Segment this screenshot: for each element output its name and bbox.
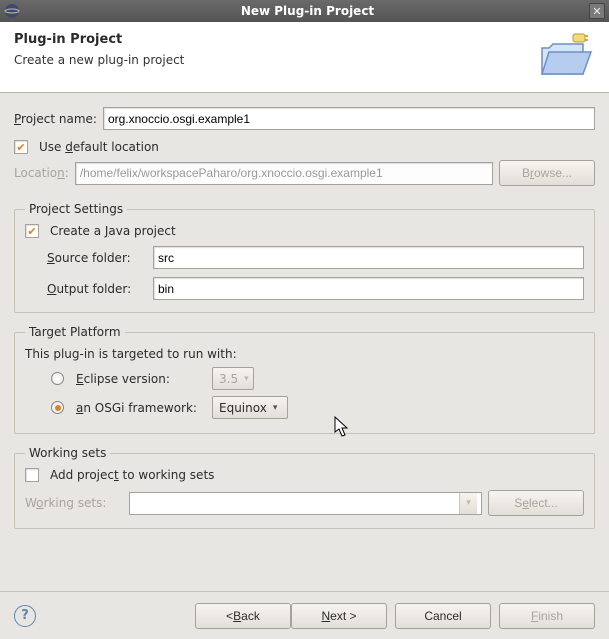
target-platform-legend: Target Platform (25, 325, 125, 339)
osgi-framework-label: an OSGi framework: (76, 401, 206, 415)
use-default-location-label: Use default location (39, 140, 159, 154)
titlebar: New Plug-in Project ✕ (0, 0, 609, 22)
chevron-down-icon: ▾ (244, 374, 249, 384)
create-java-label: Create a Java project (50, 224, 176, 238)
wizard-content: Project name: Use default location Locat… (0, 93, 609, 549)
working-sets-group: Working sets Add project to working sets… (14, 446, 595, 529)
eclipse-version-value: 3.5 (219, 372, 238, 386)
cancel-button[interactable]: Cancel (395, 603, 491, 629)
select-working-sets-button: Select... (488, 490, 584, 516)
banner-subtext: Create a new plug-in project (14, 53, 184, 67)
add-working-sets-checkbox[interactable] (25, 468, 39, 482)
wizard-banner: Plug-in Project Create a new plug-in pro… (0, 22, 609, 93)
osgi-framework-radio[interactable] (51, 401, 64, 414)
back-button[interactable]: < Back (195, 603, 291, 629)
create-java-checkbox[interactable] (25, 224, 39, 238)
osgi-framework-value: Equinox (219, 401, 267, 415)
output-folder-label: Output folder: (47, 282, 147, 296)
chevron-down-icon: ▾ (273, 403, 278, 413)
eclipse-version-radio[interactable] (51, 372, 64, 385)
project-settings-legend: Project Settings (25, 202, 127, 216)
output-folder-input[interactable] (153, 277, 584, 300)
close-button[interactable]: ✕ (589, 3, 605, 19)
chevron-down-icon: ▾ (459, 493, 477, 514)
eclipse-version-label: Eclipse version: (76, 372, 206, 386)
target-intro: This plug-in is targeted to run with: (25, 347, 584, 361)
finish-button: Finish (499, 603, 595, 629)
add-working-sets-label: Add project to working sets (50, 468, 214, 482)
osgi-framework-select[interactable]: Equinox ▾ (212, 396, 288, 419)
working-sets-list-label: Working sets: (25, 496, 123, 510)
eclipse-version-select: 3.5 ▾ (212, 367, 254, 390)
browse-button: Browse... (499, 160, 595, 186)
wizard-footer: ? < Back Next > Cancel Finish (0, 591, 609, 639)
source-folder-label: Source folder: (47, 251, 147, 265)
source-folder-input[interactable] (153, 246, 584, 269)
project-name-label: Project name: (14, 112, 97, 126)
plugin-folder-icon (539, 32, 595, 78)
eclipse-icon (4, 3, 20, 19)
location-input (75, 162, 493, 185)
target-platform-group: Target Platform This plug-in is targeted… (14, 325, 595, 434)
banner-heading: Plug-in Project (14, 32, 184, 47)
project-name-input[interactable] (103, 107, 595, 130)
window-title: New Plug-in Project (26, 4, 589, 18)
working-sets-legend: Working sets (25, 446, 110, 460)
help-button[interactable]: ? (14, 605, 36, 627)
use-default-location-checkbox[interactable] (14, 140, 28, 154)
working-sets-combo: ▾ (129, 492, 482, 515)
next-button[interactable]: Next > (291, 603, 387, 629)
project-settings-group: Project Settings Create a Java project S… (14, 202, 595, 313)
location-label: Location: (14, 166, 69, 180)
